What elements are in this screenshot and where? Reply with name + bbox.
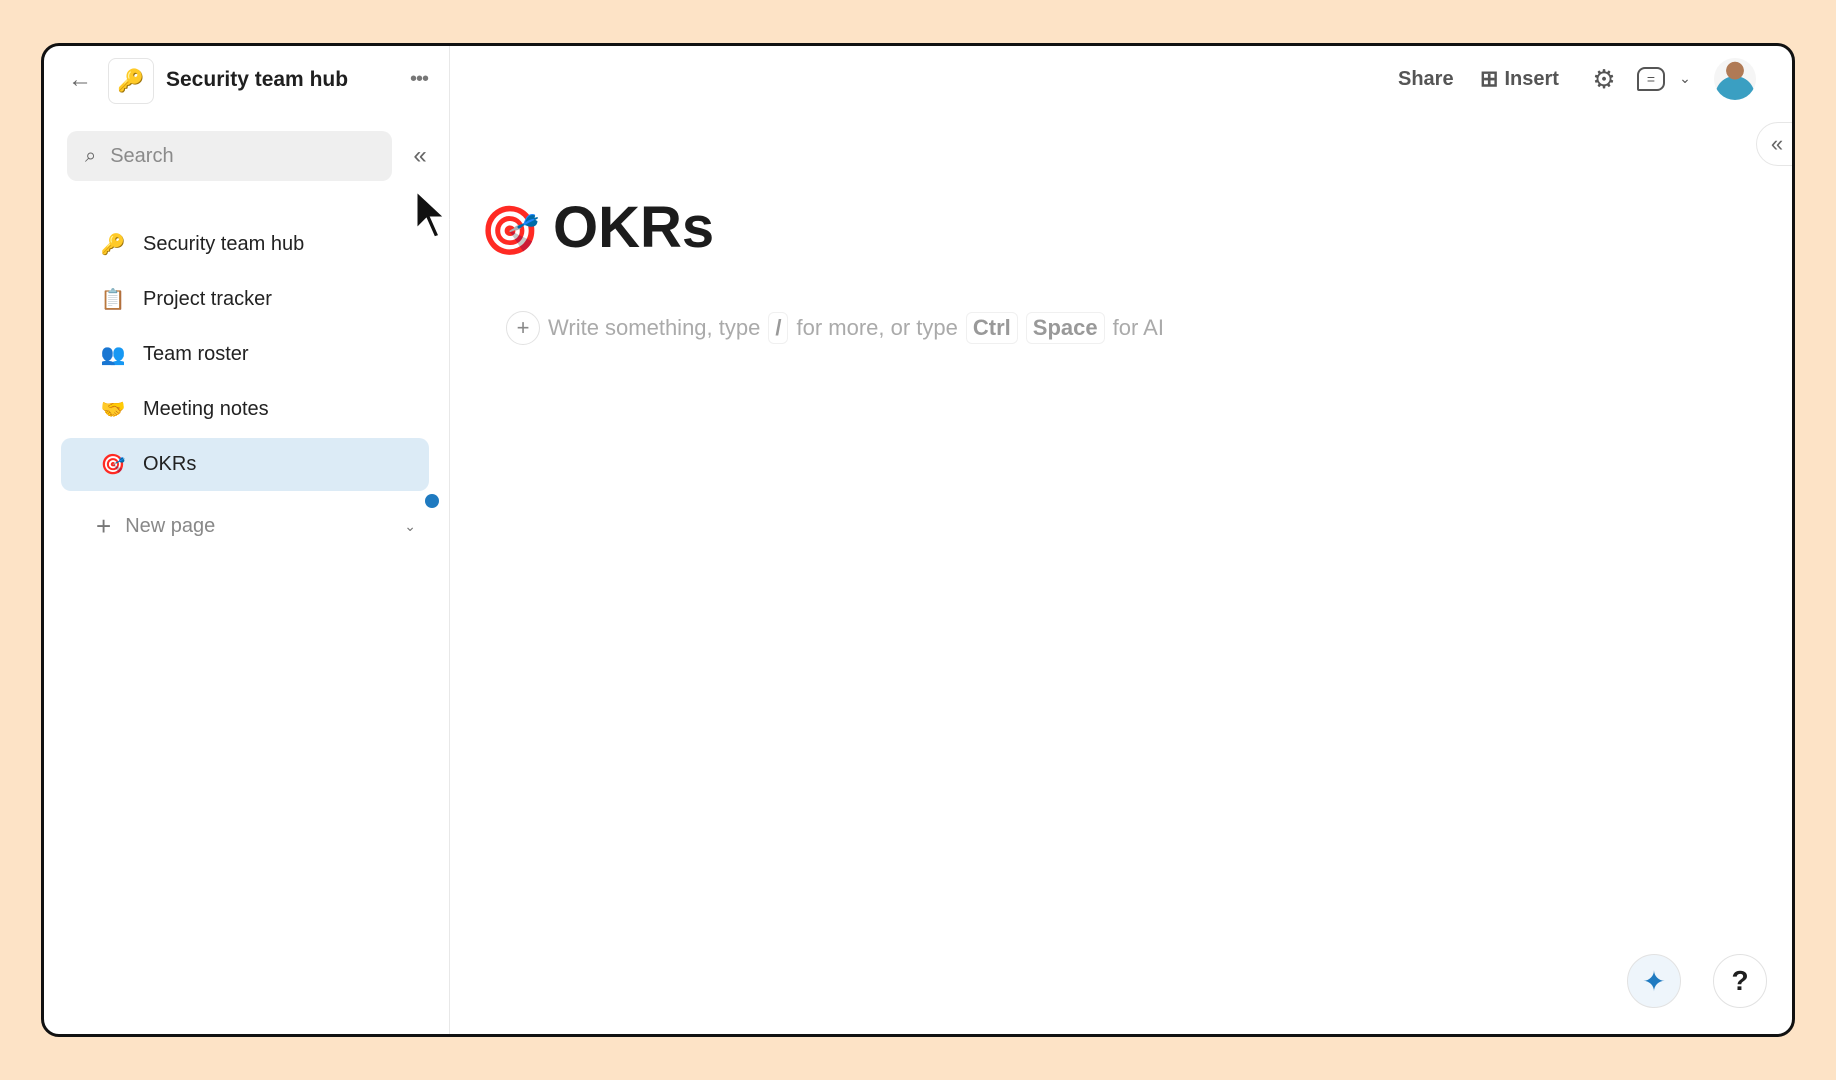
mouse-cursor-icon xyxy=(414,188,450,240)
new-page-label: New page xyxy=(125,514,216,537)
target-icon: 🎯 xyxy=(100,454,126,476)
expand-panel-icon[interactable]: « xyxy=(1756,122,1792,166)
sidebar-item-okrs[interactable]: 🎯 OKRs xyxy=(61,438,429,491)
sidebar-item-label: Team roster xyxy=(143,343,249,365)
meeting-icon: 🤝 xyxy=(100,399,126,421)
add-block-icon[interactable]: + xyxy=(506,311,540,345)
plus-icon: + xyxy=(96,510,112,541)
sidebar-item-label: Security team hub xyxy=(143,233,305,255)
page-title[interactable]: OKRs xyxy=(553,194,714,261)
grid-icon: ⊞ xyxy=(1480,66,1499,91)
sidebar-item-security-team-hub[interactable]: 🔑 Security team hub xyxy=(61,218,429,271)
share-button[interactable]: Share xyxy=(1398,68,1454,91)
sidebar-item-label: Meeting notes xyxy=(143,398,269,420)
page-icon[interactable]: 🎯 xyxy=(480,202,540,259)
back-arrow-icon[interactable]: ← xyxy=(66,66,94,94)
key-icon: 🔑 xyxy=(100,234,126,256)
placeholder-text: Write something, type xyxy=(548,315,761,340)
collapse-sidebar-icon[interactable]: « xyxy=(406,142,434,170)
sidebar-item-project-tracker[interactable]: 📋 Project tracker xyxy=(61,273,429,326)
placeholder-text: for more, or type xyxy=(796,315,958,340)
help-button[interactable]: ? xyxy=(1713,954,1767,1008)
comment-icon[interactable]: = xyxy=(1637,67,1665,91)
more-options-icon[interactable]: ••• xyxy=(404,64,434,94)
workspace-title[interactable]: Security team hub xyxy=(166,68,348,92)
people-icon: 👥 xyxy=(100,344,126,366)
sidebar-item-team-roster[interactable]: 👥 Team roster xyxy=(61,328,429,381)
sidebar-item-meeting-notes[interactable]: 🤝 Meeting notes xyxy=(61,383,429,436)
gear-icon[interactable]: ⚙ xyxy=(1589,64,1619,94)
editor-placeholder[interactable]: + Write something, type / for more, or t… xyxy=(506,311,1164,345)
sidebar: ← 🔑 Security team hub ••• ⌕ Search « 🔑 Se… xyxy=(44,46,450,1034)
new-page-button[interactable]: + New page ⌄ xyxy=(96,506,416,546)
placeholder-text: for AI xyxy=(1112,315,1164,340)
search-placeholder: Search xyxy=(110,144,174,167)
search-input[interactable]: ⌕ Search xyxy=(67,131,392,181)
chevron-down-icon[interactable]: ⌄ xyxy=(1676,68,1694,88)
tracker-icon: 📋 xyxy=(100,289,126,311)
app-window: ← 🔑 Security team hub ••• ⌕ Search « 🔑 Se… xyxy=(41,43,1795,1037)
workspace-icon[interactable]: 🔑 xyxy=(108,58,154,104)
sidebar-item-label: OKRs xyxy=(143,453,197,475)
space-key: Space xyxy=(1025,312,1105,344)
ctrl-key: Ctrl xyxy=(965,312,1018,344)
user-avatar[interactable] xyxy=(1714,58,1756,100)
ai-sparkle-button[interactable]: ✦ xyxy=(1627,954,1681,1008)
chevron-down-icon[interactable]: ⌄ xyxy=(404,518,416,535)
sparkle-icon: ✦ xyxy=(1642,965,1666,997)
insert-label: Insert xyxy=(1504,67,1559,90)
search-icon: ⌕ xyxy=(85,144,97,167)
resize-handle-dot[interactable] xyxy=(425,494,439,508)
sidebar-item-label: Project tracker xyxy=(143,288,272,310)
insert-button[interactable]: ⊞ Insert xyxy=(1480,66,1559,92)
slash-key: / xyxy=(768,312,789,344)
